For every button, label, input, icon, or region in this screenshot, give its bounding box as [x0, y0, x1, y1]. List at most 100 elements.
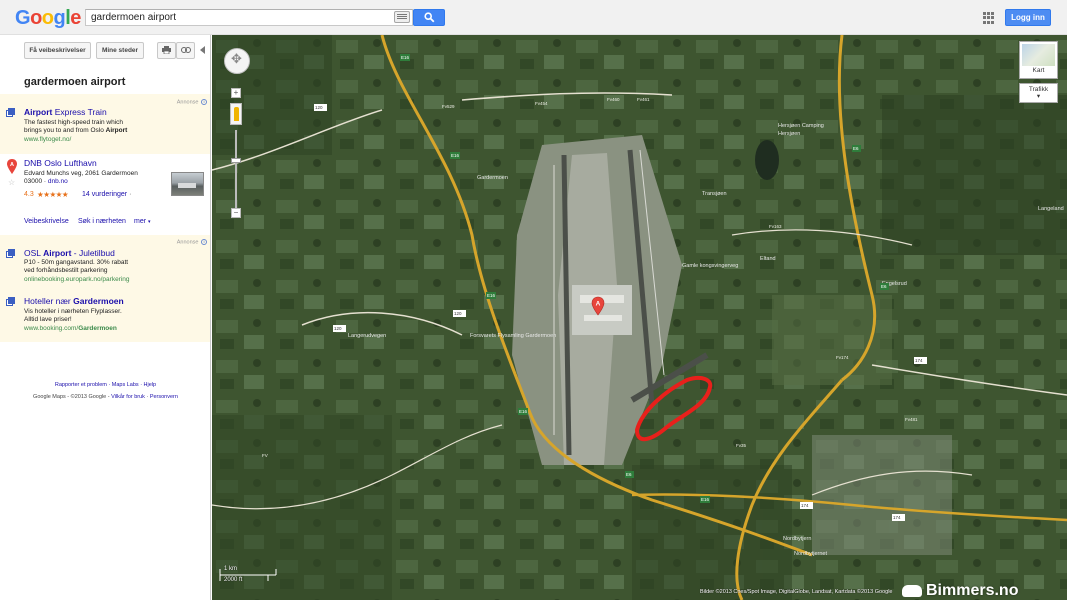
print-icon	[162, 46, 171, 55]
save-star-icon[interactable]: ☆	[8, 178, 15, 187]
road-label: FV	[262, 453, 268, 458]
result-line: ved forhåndsbestilt parkering	[24, 267, 108, 274]
search-nearby-link[interactable]: Søk i nærheten	[78, 218, 126, 225]
result-title[interactable]: Airport Express Train	[24, 107, 107, 117]
pin-label: A	[10, 162, 14, 168]
road-shield: E6	[881, 284, 887, 289]
road-label: Fv163	[769, 224, 782, 229]
zoom-in-button[interactable]: +	[231, 88, 241, 98]
rating-value: 4.3	[24, 191, 34, 198]
top-bar: Google gardermoen airport Logg inn	[0, 0, 1067, 35]
footer-links[interactable]: Rapporter et problem · Maps Labs · Hjelp	[0, 382, 210, 388]
result-title[interactable]: OSL Airport - Juletilbud	[24, 248, 115, 258]
zoom-slider-thumb[interactable]	[231, 158, 241, 163]
pan-control[interactable]	[224, 48, 250, 74]
map-mode-label: Kart	[1032, 67, 1045, 74]
pegman-icon[interactable]	[230, 103, 242, 125]
map-mode-button[interactable]: Kart	[1019, 41, 1058, 79]
get-directions-button[interactable]: Få veibeskrivelser	[24, 42, 91, 59]
result-link-icon	[6, 108, 15, 117]
road-shield: 174	[915, 358, 923, 363]
result-website-link[interactable]: dnb.no	[48, 178, 68, 185]
road-shield: 120	[315, 105, 323, 110]
road-shield: E16	[451, 153, 460, 158]
zoom-slider-track[interactable]	[235, 130, 237, 210]
footer-copyright: Google Maps - ©2013 Google - Vilkår for …	[33, 394, 178, 400]
apps-grid-icon[interactable]	[983, 12, 995, 24]
map-label: Nordbytjern	[783, 536, 811, 542]
zoom-out-button[interactable]: −	[231, 208, 241, 218]
map-label: Eltand	[760, 256, 776, 262]
my-places-button[interactable]: Mine steder	[96, 42, 144, 59]
road-shield: 174	[801, 503, 809, 508]
map-marker-label: A	[596, 301, 601, 308]
map-label: Transjøen	[702, 191, 727, 197]
query-title: gardermoen airport	[24, 76, 126, 88]
road-shield: 120	[454, 311, 462, 316]
print-button[interactable]	[157, 42, 176, 59]
login-button[interactable]: Logg inn	[1005, 9, 1051, 26]
result-url[interactable]: www.booking.com/Gardermoen	[24, 325, 117, 332]
map-label: Forsvarets Flysamling Gardermoen	[470, 333, 556, 339]
result-title[interactable]: DNB Oslo Lufthavn	[24, 158, 97, 168]
search-input[interactable]: gardermoen airport	[85, 9, 413, 26]
traffic-button[interactable]: Trafikk ▾	[1019, 83, 1058, 103]
result-line: 03000 · dnb.no	[24, 178, 68, 185]
road-label: Fv35	[736, 443, 747, 448]
reviews-link[interactable]: 14 vurderinger ·	[82, 191, 131, 198]
google-logo[interactable]: Google	[15, 7, 81, 30]
ad-block-1: Annonse i Airport Express Train The fast…	[0, 94, 210, 154]
link-button[interactable]	[176, 42, 195, 59]
results-panel: Få veibeskrivelser Mine steder gardermoe…	[0, 35, 211, 600]
search-icon	[424, 12, 435, 23]
satellite-map[interactable]: A Gardermoen Forsvarets Flysamling Garde…	[212, 35, 1067, 600]
result-link-icon	[6, 297, 15, 306]
result-line: Vis hoteller i nærheten Flyplasser.	[24, 308, 122, 315]
road-label: Fv481	[905, 417, 918, 422]
road-shield: 120	[334, 326, 342, 331]
map-label: Hersjøen Camping	[778, 123, 824, 129]
ad-label: Annonse i	[177, 239, 207, 245]
caret-down-icon: ▾	[1036, 93, 1041, 100]
more-link[interactable]: mer ▾	[134, 218, 151, 225]
directions-link[interactable]: Veibeskrivelse	[24, 218, 69, 225]
road-label: Fv454	[535, 101, 548, 106]
road-shield: E16	[701, 497, 710, 502]
road-shield: E6	[853, 146, 859, 151]
terms-link[interactable]: Vilkår for bruk	[111, 394, 145, 400]
keyboard-icon[interactable]	[394, 11, 410, 23]
road-shield: 174	[893, 515, 901, 520]
watermark: Bimmers.no	[902, 582, 1018, 600]
result-link-icon	[6, 249, 15, 258]
scale-bar: 1 km 2000 ft	[219, 566, 277, 583]
info-icon[interactable]: i	[201, 239, 207, 245]
result-line: The fastest high-speed train which	[24, 119, 123, 126]
result-title[interactable]: Hoteller nær Gardermoen	[24, 296, 124, 306]
link-icon	[180, 47, 191, 53]
result-url[interactable]: onlinebooking.europark.no/parkering	[24, 276, 130, 283]
road-shield: E16	[519, 409, 528, 414]
info-icon[interactable]: i	[201, 99, 207, 105]
result-line: brings you to and from Oslo Airport	[24, 127, 128, 134]
collapse-panel-icon[interactable]	[200, 46, 205, 54]
road-label: Fv529	[442, 104, 455, 109]
map-label: Gardermoen	[477, 175, 508, 181]
map-attribution: Bilder ©2013 Cnes/Spot Image, DigitalGlo…	[700, 589, 893, 595]
road-shield: E6	[626, 472, 632, 477]
search-button[interactable]	[413, 9, 445, 26]
result-line: Alltid lave priser!	[24, 316, 72, 323]
map-label: Gamle kongsvingerveg	[682, 263, 738, 269]
place-photo-thumbnail[interactable]	[171, 172, 204, 196]
road-shield: E16	[487, 293, 496, 298]
watermark-logo-icon	[902, 584, 922, 597]
rating-stars: ★★★★★	[37, 190, 69, 199]
red-pin-marker-icon[interactable]: A	[7, 159, 17, 174]
map-label: Nordbytjernet	[794, 551, 827, 557]
map-imagery: A Gardermoen Forsvarets Flysamling Garde…	[212, 35, 1067, 600]
privacy-link[interactable]: Personvern	[150, 394, 178, 400]
result-url[interactable]: www.flytoget.no/	[24, 136, 71, 143]
road-shield: E16	[401, 55, 410, 60]
result-line: Edvard Munchs veg, 2061 Gardermoen	[24, 170, 138, 177]
map-label: Langeland	[1038, 206, 1064, 212]
road-label: Fv460	[607, 97, 620, 102]
